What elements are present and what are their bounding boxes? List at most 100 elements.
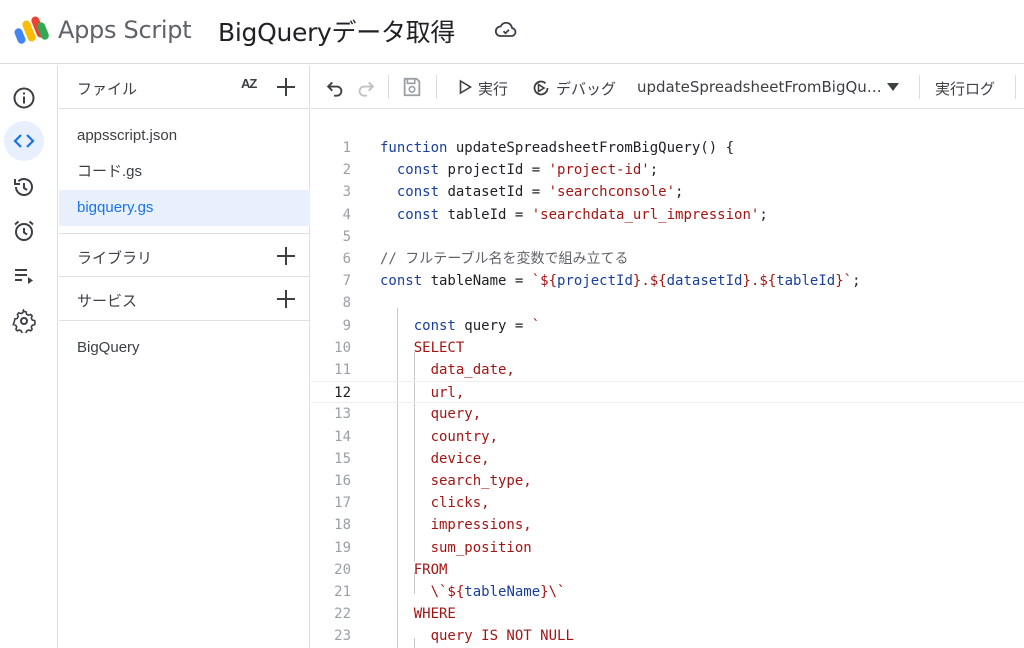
line-number: 15 [334,450,351,467]
code-token: clicks, [430,495,490,512]
code-line[interactable]: 6 // フルテーブル名を変数で組み立てる [311,248,1024,270]
run-button[interactable]: 実行 [478,78,508,99]
code-text: sum_position [380,537,532,559]
sort-az-button[interactable]: AZ [241,76,257,91]
rail-triggers[interactable] [8,215,40,247]
code-line[interactable]: 13 query, [311,403,1024,425]
code-token: const [396,206,448,223]
libraries-label: ライブラリ [77,250,153,267]
code-token: }\` [540,584,566,600]
rail-executions[interactable] [8,260,40,292]
code-line[interactable]: 12 url, [311,381,1024,404]
code-line[interactable]: 22 WHERE [311,603,1024,625]
project-title[interactable]: BigQueryデータ取得 [218,13,455,49]
code-token: query = [464,317,532,334]
file-item-bigquery-gs[interactable]: bigquery.gs [59,190,310,226]
code-line[interactable]: 3 const datasetId = 'searchconsole'; [311,181,1024,203]
save-icon[interactable] [401,76,423,98]
add-file-icon[interactable] [274,75,298,99]
code-line[interactable]: 7 const tableName = `${projectId}.${datas… [311,270,1024,292]
code-token: }` [835,273,853,290]
code-text: const projectId = 'project-id'; [380,159,658,181]
code-line[interactable]: 4 const tableId = 'searchdata_url_impres… [311,204,1024,226]
line-number: 22 [334,606,351,623]
code-token: ; [852,273,861,290]
code-line[interactable]: 9 const query = ` [311,315,1024,337]
code-token: ; [675,184,684,201]
code-text: impressions, [380,514,532,536]
rail-history[interactable] [8,171,40,203]
line-number: 4 [342,206,351,223]
line-number: 20 [334,561,351,578]
code-text: const datasetId = 'searchconsole'; [380,181,684,203]
line-number: 7 [342,273,351,290]
code-token: projectId = [447,162,549,179]
code-line[interactable]: 8 [311,292,1024,314]
code-line[interactable]: 19 sum_position [311,537,1024,559]
line-number: 13 [334,406,351,423]
app-name[interactable]: Apps Script [58,16,192,44]
code-text: // フルテーブル名を変数で組み立てる [380,248,628,270]
files-panel: ファイル AZ appsscript.json コード.gs bigquery.… [59,65,310,648]
line-number: 11 [334,362,351,378]
code-token: device, [430,450,490,467]
toolbar-divider [388,75,389,99]
code-line[interactable]: 5 [311,226,1024,248]
cloud-saved-icon[interactable] [494,18,518,42]
code-line[interactable]: 20 FROM [311,559,1024,581]
files-header: ファイル AZ [59,65,310,109]
play-icon[interactable] [457,79,473,95]
code-line[interactable]: 17 clicks, [311,492,1024,514]
editor-toolbar: 実行 デバッグ updateSpreadsheetFromBigQu… 実行ログ [311,65,1024,109]
file-item-appsscript-json[interactable]: appsscript.json [59,118,310,154]
code-text: data_date, [380,359,515,381]
code-line[interactable]: 1 function updateSpreadsheetFromBigQuery(… [311,137,1024,159]
debug-button[interactable]: デバッグ [556,78,616,99]
code-text: country, [380,426,498,448]
code-text: \`${tableName}\` [380,581,566,603]
code-token: `${ [531,273,558,290]
rail-editor[interactable] [4,121,44,161]
line-number: 8 [342,295,351,312]
navigation-rail [0,65,58,648]
code-token: }.${ [742,273,777,290]
code-token: tableId = [447,206,532,223]
code-line[interactable]: 18 impressions, [311,514,1024,536]
rail-settings[interactable] [8,305,40,337]
redo-icon[interactable] [355,76,377,98]
line-number: 6 [342,251,351,267]
rail-overview[interactable] [8,82,40,114]
add-service-icon[interactable] [274,287,298,311]
code-line[interactable]: 10 SELECT [311,337,1024,359]
service-item-bigquery[interactable]: BigQuery [77,339,140,356]
info-icon [13,87,35,109]
code-token: ; [759,206,768,223]
code-token: search_type, [430,473,532,489]
debug-icon[interactable] [531,78,551,98]
files-label: ファイル [77,81,138,98]
code-line[interactable]: 23 query IS NOT NULL [311,625,1024,647]
execution-log-button[interactable]: 実行ログ [935,78,995,99]
undo-icon[interactable] [324,76,346,98]
function-select[interactable]: updateSpreadsheetFromBigQu… [637,78,882,96]
code-line[interactable]: 14 country, [311,426,1024,448]
code-line[interactable]: 11 data_date, [311,359,1024,381]
file-item-code-gs[interactable]: コード.gs [59,154,310,190]
code-line[interactable]: 16 search_type, [311,470,1024,492]
dropdown-arrow-icon[interactable] [886,81,900,93]
code-line[interactable]: 21 \`${tableName}\` [311,581,1024,603]
code-token: ; [649,162,659,179]
code-line[interactable]: 15 device, [311,448,1024,470]
code-editor[interactable]: 1 function updateSpreadsheetFromBigQuery(… [311,110,1024,648]
add-library-icon[interactable] [274,244,298,268]
code-line[interactable]: 2 const projectId = 'project-id'; [311,159,1024,181]
